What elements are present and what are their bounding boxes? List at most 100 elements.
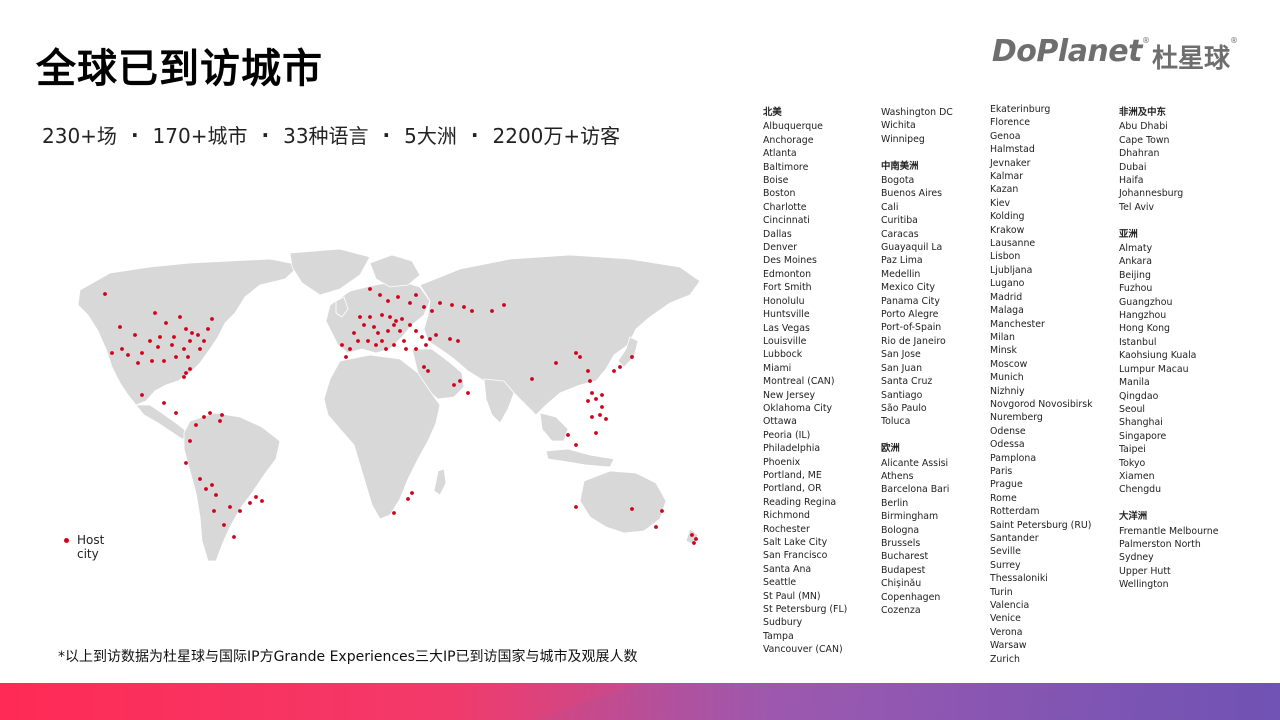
logo-registered-mark-2: ® [1230,36,1238,45]
city-name: Fremantle Melbourne [1119,525,1219,537]
host-city-marker [156,345,160,349]
city-name: New Jersey [763,389,816,401]
city-column: 北美 Albuquerque Anchorage Atlanta Baltimore Bo… [763,106,847,657]
city-name: Nizhniy [990,385,1025,397]
host-city-marker [358,315,362,319]
city-name: Cape Town [1119,134,1170,146]
section-gap [881,429,953,442]
city-name: Surrey [990,559,1021,571]
city-name: Milan [990,331,1015,343]
city-name: Sydney [1119,552,1154,564]
host-city-marker [120,347,124,351]
city-name: Kolding [990,211,1025,223]
host-city-marker [140,393,144,397]
host-city-marker [466,391,470,395]
city-name: Albuquerque [763,121,823,133]
city-name: Cali [881,201,899,213]
region-heading: 非洲及中东 [1119,107,1166,118]
host-city-marker [133,333,137,337]
footnote: *以上到访数据为杜星球与国际IP方Grande Experiences三大IP已… [58,649,638,665]
city-name: Caracas [881,228,919,240]
host-city-marker [594,431,598,435]
stat-visitors: 2200万+访客 [492,124,621,148]
host-city-marker [630,507,634,511]
city-name: Shanghai [1119,417,1163,429]
host-city-marker [386,329,390,333]
host-city-marker [414,329,418,333]
host-city-marker [222,523,226,527]
logo-text-en: DoPlanet [991,34,1143,69]
city-name: Rochester [763,523,810,535]
host-city-marker [220,413,224,417]
region-heading: 北美 [763,107,782,118]
city-name: Budapest [881,564,926,576]
host-city-marker [398,329,402,333]
host-city-marker [448,337,452,341]
host-city-marker [502,303,506,307]
logo-text-cn: 杜星球 [1151,44,1230,74]
city-name: Brussels [881,537,921,549]
host-city-marker [344,355,348,359]
city-name: Manchester [990,318,1045,330]
host-city-marker [392,511,396,515]
host-city-marker [438,301,442,305]
host-city-marker [204,487,208,491]
host-city-marker [372,325,376,329]
host-city-marker [366,339,370,343]
city-name: Dallas [763,228,792,240]
host-city-marker [172,335,176,339]
city-name: Prague [990,479,1023,491]
city-name: Kalmar [990,171,1024,183]
city-name: Thessaloniki [990,573,1048,585]
host-city-marker [153,311,157,315]
host-city-marker [188,439,192,443]
city-name: Rotterdam [990,506,1040,518]
city-name: Phoenix [763,456,801,468]
city-name: San Jose [881,349,921,361]
city-name: Zurich [990,653,1020,665]
host-city-marker [188,339,192,343]
landmass-madagascar [433,468,447,496]
city-name: Kazan [990,184,1019,196]
city-name: Curitiba [881,215,918,227]
city-name: Buenos Aires [881,188,943,200]
host-city-marker [118,325,122,329]
host-city-marker [218,419,222,423]
host-city-marker [228,505,232,509]
host-city-marker [574,443,578,447]
host-city-marker [362,323,366,327]
stat-separator: · [382,122,391,147]
host-city-marker [392,343,396,347]
host-city-marker [402,339,406,343]
host-city-marker [388,315,392,319]
doplanet-logo: DoPlanet ® 杜星球 ® [992,34,1238,75]
host-city-marker [214,493,218,497]
city-name: Fuzhou [1119,283,1153,295]
host-city-marker [586,399,590,403]
city-name: Novgorod Novosibirsk [990,398,1093,410]
host-city-marker [386,299,390,303]
city-name: St Petersburg (FL) [763,604,848,616]
city-name: Lugano [990,278,1025,290]
city-name: Paz Lima [881,255,923,267]
city-name: Munich [990,372,1024,384]
world-map [40,245,730,575]
landmass-africa [323,354,441,520]
host-city-marker [196,333,200,337]
landmass-asia [419,254,701,416]
city-name: Valencia [990,600,1030,612]
city-name: Venice [990,613,1021,625]
city-name: Almaty [1119,243,1153,255]
host-city-marker [348,347,352,351]
host-city-marker [352,331,356,335]
host-city-marker [490,309,494,313]
city-name: Odessa [990,439,1025,451]
city-name: Chișinău [881,578,922,590]
host-city-marker [434,333,438,337]
region-heading: 中南美洲 [881,160,919,172]
stats-row: 230+场 · 170+城市 · 33种语言 · 5大洲 · 2200万+访客 [42,120,620,149]
host-city-marker [136,361,140,365]
stat-separator: · [261,122,270,147]
city-name: Hong Kong [1119,323,1170,335]
city-name: Paris [990,465,1013,477]
